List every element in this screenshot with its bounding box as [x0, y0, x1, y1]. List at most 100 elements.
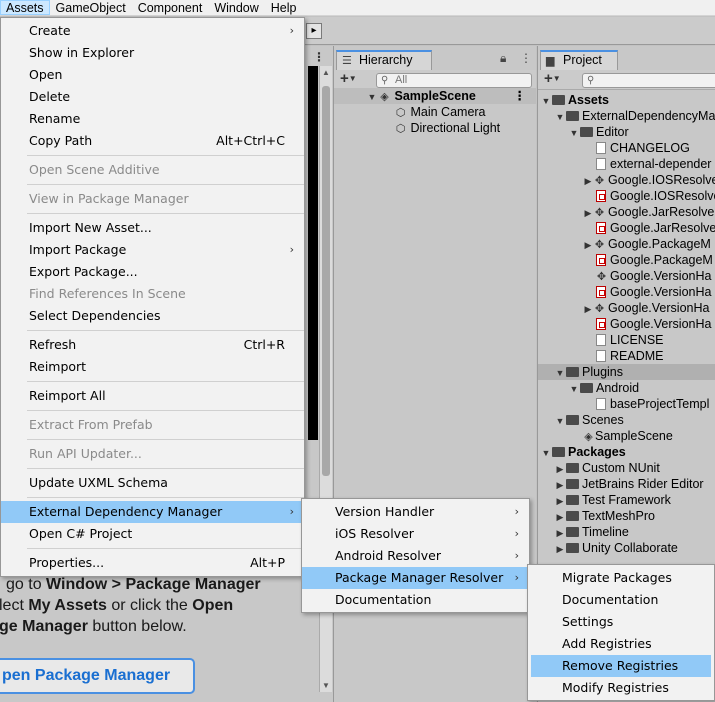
tab-project[interactable]: ▆ Project [540, 50, 618, 70]
menu-item-modify-registries[interactable]: Modify Registries [528, 677, 714, 699]
project-search-input[interactable]: ⚲ [582, 73, 715, 88]
scene-row[interactable]: ▼ ◈ SampleScene ⋮ [334, 88, 536, 104]
menu-item-rename[interactable]: Rename [1, 108, 304, 130]
project-file[interactable]: CHANGELOG [538, 140, 690, 156]
menu-item-add-registries[interactable]: Add Registries [528, 633, 714, 655]
menu-item-migrate-packages[interactable]: Migrate Packages [528, 567, 714, 589]
menu-item-update-uxml-schema[interactable]: Update UXML Schema [1, 472, 304, 494]
menu-help[interactable]: Help [265, 0, 303, 15]
scrollbar-thumb[interactable] [322, 86, 330, 476]
expand-arrow-icon[interactable]: ▼ [366, 89, 378, 105]
toolbar-button[interactable]: ▸ [306, 23, 322, 39]
project-file[interactable]: ▶ ✥ Google.IOSResolve [538, 172, 715, 188]
menu-component[interactable]: Component [132, 0, 209, 15]
add-icon[interactable]: +▼ [340, 70, 357, 87]
project-file[interactable]: ▶ ✥ Google.JarResolve [538, 204, 715, 221]
project-package[interactable]: ▶ Custom NUnit [538, 460, 660, 476]
menu-item-documentation[interactable]: Documentation [528, 589, 714, 611]
menu-item-label: Remove Registries [562, 658, 679, 673]
expand-arrow-icon[interactable]: ▶ [582, 237, 594, 253]
menu-item-reimport[interactable]: Reimport [1, 356, 304, 378]
expand-arrow-icon[interactable]: ▶ [554, 493, 566, 509]
expand-arrow-icon[interactable]: ▼ [540, 445, 552, 461]
project-file[interactable]: ◈ SampleScene [538, 428, 673, 444]
menu-gameobject[interactable]: GameObject [50, 0, 132, 15]
project-file[interactable]: baseProjectTempl [538, 396, 709, 412]
project-file[interactable]: external-depender [538, 156, 711, 172]
menu-item-import-new-asset[interactable]: Import New Asset... [1, 217, 304, 239]
menu-item-open-csharp-project[interactable]: Open C# Project [1, 523, 304, 545]
project-folder-edm[interactable]: ▼ ExternalDependencyMa [538, 108, 715, 124]
menu-item-copy-path[interactable]: Copy Path Alt+Ctrl+C [1, 130, 304, 152]
kebab-menu-icon[interactable]: ⋮ [520, 51, 532, 65]
expand-arrow-icon[interactable]: ▶ [582, 173, 594, 189]
menu-item-version-handler[interactable]: Version Handler › [302, 501, 529, 523]
project-folder-editor[interactable]: ▼ Editor [538, 124, 715, 140]
expand-arrow-icon[interactable]: ▶ [554, 525, 566, 541]
menu-item-refresh[interactable]: Refresh Ctrl+R [1, 334, 304, 356]
menu-item-settings[interactable]: Settings [528, 611, 714, 633]
project-package[interactable]: ▶ Timeline [538, 524, 629, 540]
menu-item-delete[interactable]: Delete [1, 86, 304, 108]
project-folder-scenes[interactable]: ▼ Scenes [538, 412, 624, 428]
expand-arrow-icon[interactable]: ▶ [554, 461, 566, 477]
menu-item-properties[interactable]: Properties... Alt+P [1, 552, 304, 574]
project-package[interactable]: ▶ Unity Collaborate [538, 540, 678, 556]
hierarchy-item[interactable]: ⬡ Directional Light [334, 120, 500, 136]
project-folder-assets[interactable]: ▼ Assets [538, 92, 609, 108]
project-folder-packages[interactable]: ▼ Packages [538, 444, 626, 460]
project-file[interactable]: ▶ ✥ Google.PackageM [538, 236, 711, 252]
project-package[interactable]: ▶ TextMeshPro [538, 508, 655, 524]
expand-arrow-icon[interactable]: ▼ [540, 93, 552, 109]
project-file[interactable]: Google.JarResolve [538, 220, 715, 236]
menu-item-android-resolver[interactable]: Android Resolver › [302, 545, 529, 567]
menu-item-open[interactable]: Open [1, 64, 304, 86]
hierarchy-item[interactable]: ⬡ Main Camera [334, 104, 486, 120]
project-file[interactable]: ✥ Google.VersionHa [538, 268, 712, 284]
project-package[interactable]: ▶ JetBrains Rider Editor [538, 476, 704, 492]
project-file[interactable]: Google.VersionHa [538, 284, 711, 300]
project-folder-plugins[interactable]: ▼ Plugins [538, 364, 715, 380]
menu-item-create[interactable]: Create › [1, 20, 304, 42]
project-file[interactable]: ▶ ✥ Google.VersionHa [538, 300, 710, 317]
menu-item-documentation[interactable]: Documentation [302, 589, 529, 611]
expand-arrow-icon[interactable]: ▶ [582, 205, 594, 221]
project-file[interactable]: README [538, 348, 663, 364]
menu-item-ios-resolver[interactable]: iOS Resolver › [302, 523, 529, 545]
scroll-up-icon[interactable]: ▲ [322, 68, 330, 77]
menu-item-package-manager-resolver[interactable]: Package Manager Resolver › [302, 567, 529, 589]
expand-arrow-icon[interactable]: ▼ [554, 109, 566, 125]
menu-item-select-dependencies[interactable]: Select Dependencies [1, 305, 304, 327]
expand-arrow-icon[interactable]: ▼ [568, 125, 580, 141]
kebab-menu-icon[interactable]: ⋮ [514, 88, 527, 104]
scroll-down-icon[interactable]: ▼ [322, 681, 330, 690]
project-file[interactable]: Google.PackageM [538, 252, 713, 268]
expand-arrow-icon[interactable]: ▼ [554, 365, 566, 381]
kebab-menu-icon[interactable]: ⋮ [313, 50, 325, 64]
project-file[interactable]: Google.IOSResolve [538, 188, 715, 204]
menu-item-export-package[interactable]: Export Package... [1, 261, 304, 283]
hierarchy-search-input[interactable]: ⚲ All [376, 73, 532, 88]
menu-item-reimport-all[interactable]: Reimport All [1, 385, 304, 407]
project-file[interactable]: LICENSE [538, 332, 664, 348]
menu-assets[interactable]: Assets [0, 0, 50, 15]
expand-arrow-icon[interactable]: ▶ [582, 301, 594, 317]
menu-item-show-in-explorer[interactable]: Show in Explorer [1, 42, 304, 64]
text-file-icon [596, 334, 606, 346]
menu-item-import-package[interactable]: Import Package › [1, 239, 304, 261]
expand-arrow-icon[interactable]: ▶ [554, 509, 566, 525]
open-package-manager-button[interactable]: pen Package Manager [0, 658, 195, 694]
menu-item-external-dependency-manager[interactable]: External Dependency Manager › [1, 501, 304, 523]
lock-icon[interactable]: 🔒︎ [500, 51, 506, 66]
expand-arrow-icon[interactable]: ▼ [554, 413, 566, 429]
project-package[interactable]: ▶ Test Framework [538, 492, 671, 508]
menu-window[interactable]: Window [208, 0, 264, 15]
project-file[interactable]: Google.VersionHa [538, 316, 711, 332]
project-folder-android[interactable]: ▼ Android [538, 380, 640, 397]
add-icon[interactable]: +▼ [544, 70, 561, 87]
tab-hierarchy[interactable]: ☰ Hierarchy [336, 50, 432, 70]
expand-arrow-icon[interactable]: ▼ [568, 381, 580, 397]
expand-arrow-icon[interactable]: ▶ [554, 477, 566, 493]
menu-item-remove-registries[interactable]: Remove Registries [531, 655, 711, 677]
expand-arrow-icon[interactable]: ▶ [554, 541, 566, 557]
